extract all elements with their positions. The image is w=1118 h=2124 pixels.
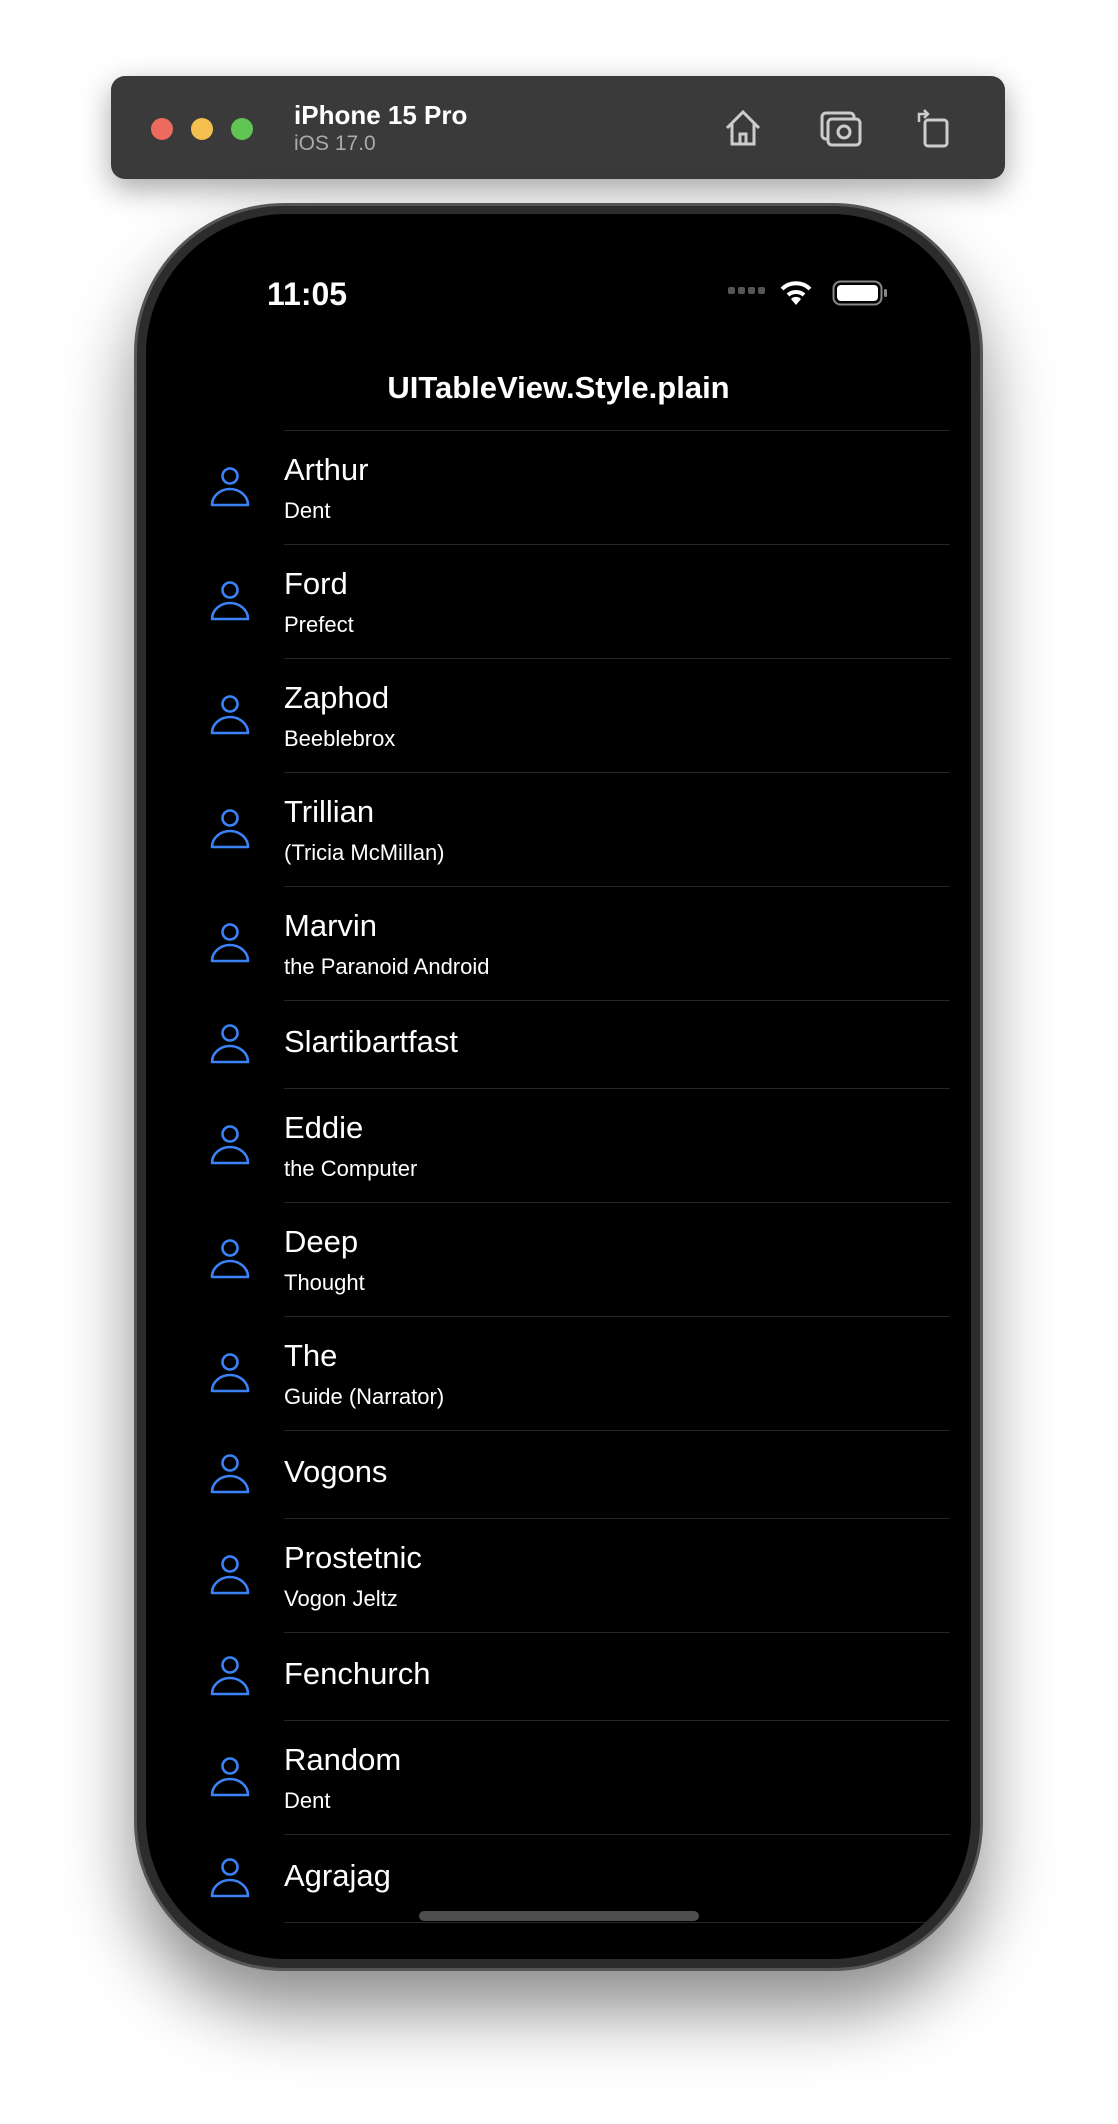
wifi-icon — [780, 281, 812, 305]
person-icon — [210, 923, 250, 963]
table-row[interactable]: Trillian (Tricia McMillan) — [146, 772, 971, 886]
cellular-signal-icon — [728, 287, 765, 294]
person-icon — [210, 1555, 250, 1595]
row-title: Slartibartfast — [284, 1024, 459, 1059]
row-title: Agrajag — [284, 1858, 391, 1893]
close-button[interactable] — [151, 118, 173, 140]
table-row[interactable]: Vogons — [146, 1430, 971, 1518]
row-subtitle: Prefect — [284, 612, 354, 637]
table-row[interactable]: Ford Prefect — [146, 544, 971, 658]
row-subtitle: the Paranoid Android — [284, 954, 490, 979]
person-icon — [210, 581, 250, 621]
person-icon — [210, 1656, 250, 1696]
table-row[interactable]: Zaphod Beeblebrox — [146, 658, 971, 772]
row-title: Zaphod — [284, 680, 390, 715]
person-icon — [210, 1858, 250, 1898]
person-icon — [210, 467, 250, 507]
row-subtitle: the Computer — [284, 1156, 418, 1181]
row-title: Random — [284, 1742, 402, 1777]
row-title: Marvin — [284, 908, 378, 943]
row-title: The — [284, 1338, 338, 1373]
screenshot-icon[interactable] — [817, 104, 865, 152]
table-row[interactable]: Slartibartfast — [146, 1000, 971, 1088]
phone-screen: 11:05 UITableView.Style.plain Arthur Dent… — [146, 214, 971, 1959]
table-row[interactable]: Eddie the Computer — [146, 1088, 971, 1202]
row-title: Fenchurch — [284, 1656, 431, 1691]
table-row[interactable]: Marvin the Paranoid Android — [146, 886, 971, 1000]
row-subtitle: (Tricia McMillan) — [284, 840, 445, 865]
row-title: Vogons — [284, 1454, 388, 1489]
person-icon — [210, 809, 250, 849]
person-icon — [210, 1024, 250, 1064]
status-time: 11:05 — [267, 276, 348, 312]
table-row[interactable]: Arthur Dent — [146, 430, 971, 544]
separator — [284, 1922, 950, 1923]
home-icon[interactable] — [719, 104, 767, 152]
row-title: Prostetnic — [284, 1540, 422, 1575]
home-indicator[interactable] — [419, 1911, 699, 1921]
rotate-icon[interactable] — [911, 104, 959, 152]
row-title: Deep — [284, 1224, 359, 1259]
table-row[interactable]: Prostetnic Vogon Jeltz — [146, 1518, 971, 1632]
table-row[interactable]: Random Dent — [146, 1720, 971, 1834]
person-icon — [210, 1757, 250, 1797]
row-subtitle: Dent — [284, 498, 331, 523]
table-row[interactable]: Agrajag — [146, 1834, 971, 1922]
person-icon — [210, 1125, 250, 1165]
person-icon — [210, 1353, 250, 1393]
row-subtitle: Vogon Jeltz — [284, 1586, 398, 1611]
device-name: iPhone 15 Pro — [294, 100, 468, 130]
minimize-button[interactable] — [191, 118, 213, 140]
row-subtitle: Beeblebrox — [284, 726, 396, 751]
row-title: Trillian — [284, 794, 375, 829]
os-version: iOS 17.0 — [294, 132, 376, 155]
person-icon — [210, 1239, 250, 1279]
row-title: Arthur — [284, 452, 369, 487]
row-subtitle: Dent — [284, 1788, 331, 1813]
row-subtitle: Thought — [284, 1270, 365, 1295]
row-title: Ford — [284, 566, 348, 601]
row-title: Eddie — [284, 1110, 364, 1145]
table-row[interactable]: Deep Thought — [146, 1202, 971, 1316]
zoom-button[interactable] — [231, 118, 253, 140]
person-icon — [210, 1454, 250, 1494]
simulator-toolbar: iPhone 15 Pro iOS 17.0 — [111, 76, 1005, 179]
table-row[interactable]: Fenchurch — [146, 1632, 971, 1720]
battery-icon — [832, 280, 887, 306]
person-icon — [210, 695, 250, 735]
nav-title: UITableView.Style.plain — [387, 370, 730, 405]
table-row[interactable]: The Guide (Narrator) — [146, 1316, 971, 1430]
row-subtitle: Guide (Narrator) — [284, 1384, 445, 1409]
